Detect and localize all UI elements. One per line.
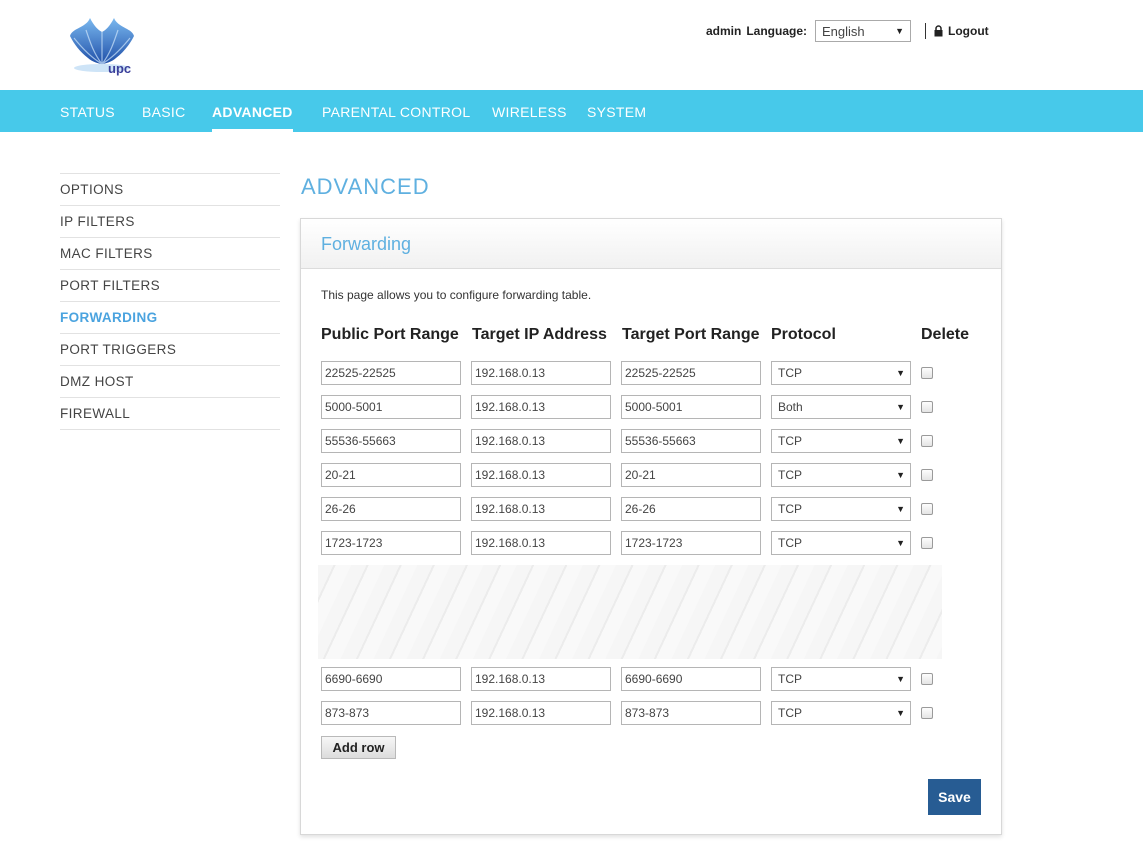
forwarding-panel: Forwarding This page allows you to confi… (300, 218, 1002, 835)
public-port-range-input[interactable]: 6690-6690 (321, 667, 461, 691)
target-port-range-input[interactable]: 5000-5001 (621, 395, 761, 419)
delete-checkbox[interactable] (921, 401, 933, 413)
dropdown-arrow-icon: ▼ (896, 402, 905, 412)
table-row: 20-21 192.168.0.13 20-21 TCP ▼ (321, 463, 961, 487)
public-port-range-input[interactable]: 20-21 (321, 463, 461, 487)
target-ip-address-input[interactable]: 192.168.0.13 (471, 429, 611, 453)
language-label: Language: (746, 24, 808, 38)
sidebar-item-ip-filters[interactable]: IP FILTERS (60, 206, 280, 238)
sidebar-item-forwarding[interactable]: FORWARDING (60, 302, 280, 334)
column-header-delete: Delete (921, 326, 970, 343)
language-select[interactable]: English ▼ (815, 20, 912, 42)
table-row: 6690-6690 192.168.0.13 6690-6690 TCP ▼ (321, 667, 961, 691)
table-row: 22525-22525 192.168.0.13 22525-22525 TCP ▼ (321, 361, 961, 385)
delete-checkbox[interactable] (921, 367, 933, 379)
column-header-target-port-range: Target Port Range (622, 326, 760, 343)
logout-link[interactable]: Logout (934, 24, 989, 38)
target-ip-address-input[interactable]: 192.168.0.13 (471, 497, 611, 521)
nav-status[interactable]: STATUS (60, 90, 115, 132)
protocol-select[interactable]: TCP ▼ (771, 361, 911, 385)
public-port-range-input[interactable]: 873-873 (321, 701, 461, 725)
delete-checkbox[interactable] (921, 707, 933, 719)
protocol-select[interactable]: TCP ▼ (771, 701, 911, 725)
target-port-range-input[interactable]: 1723-1723 (621, 531, 761, 555)
public-port-range-input[interactable]: 55536-55663 (321, 429, 461, 453)
padlock-icon (934, 25, 943, 37)
column-header-public-port-range: Public Port Range (321, 326, 459, 343)
target-port-range-input[interactable]: 873-873 (621, 701, 761, 725)
logout-label: Logout (948, 24, 989, 38)
nav-system[interactable]: SYSTEM (587, 90, 646, 132)
public-port-range-input[interactable]: 26-26 (321, 497, 461, 521)
target-ip-address-input[interactable]: 192.168.0.13 (471, 701, 611, 725)
table-row: 26-26 192.168.0.13 26-26 TCP ▼ (321, 497, 961, 521)
user-bar: admin Language: English ▼ Logout (706, 20, 989, 42)
table-row: 873-873 192.168.0.13 873-873 TCP ▼ (321, 701, 961, 725)
sidebar-item-port-triggers[interactable]: PORT TRIGGERS (60, 334, 280, 366)
sidebar-item-dmz-host[interactable]: DMZ HOST (60, 366, 280, 398)
table-row: 55536-55663 192.168.0.13 55536-55663 TCP ▼ (321, 429, 961, 453)
public-port-range-input[interactable]: 22525-22525 (321, 361, 461, 385)
target-port-range-input[interactable]: 55536-55663 (621, 429, 761, 453)
column-header-protocol: Protocol (771, 326, 836, 343)
protocol-select[interactable]: TCP ▼ (771, 667, 911, 691)
target-ip-address-input[interactable]: 192.168.0.13 (471, 463, 611, 487)
top-nav: STATUS BASIC ADVANCED PARENTAL CONTROL W… (0, 90, 1143, 132)
page-title: ADVANCED (301, 174, 430, 199)
target-ip-address-input[interactable]: 192.168.0.13 (471, 667, 611, 691)
table-row: 1723-1723 192.168.0.13 1723-1723 TCP ▼ (321, 531, 961, 555)
target-port-range-input[interactable]: 20-21 (621, 463, 761, 487)
nav-parental-control[interactable]: PARENTAL CONTROL (322, 90, 470, 132)
delete-checkbox[interactable] (921, 503, 933, 515)
divider (925, 23, 927, 39)
sidebar-item-firewall[interactable]: FIREWALL (60, 398, 280, 430)
dropdown-arrow-icon: ▼ (896, 538, 905, 548)
protocol-select[interactable]: Both ▼ (771, 395, 911, 419)
sidebar-item-mac-filters[interactable]: MAC FILTERS (60, 238, 280, 270)
language-value: English (822, 23, 865, 39)
username-label: admin (706, 24, 742, 38)
delete-checkbox[interactable] (921, 673, 933, 685)
nav-basic[interactable]: BASIC (142, 90, 186, 132)
panel-title: Forwarding (301, 219, 1001, 269)
protocol-select[interactable]: TCP ▼ (771, 429, 911, 453)
sidebar-item-port-filters[interactable]: PORT FILTERS (60, 270, 280, 302)
column-header-target-ip-address: Target IP Address (472, 326, 607, 343)
intro-text: This page allows you to configure forwar… (321, 288, 592, 302)
target-ip-address-input[interactable]: 192.168.0.13 (471, 361, 611, 385)
target-ip-address-input[interactable]: 192.168.0.13 (471, 531, 611, 555)
dropdown-arrow-icon: ▼ (896, 470, 905, 480)
table-row: 5000-5001 192.168.0.13 5000-5001 Both ▼ (321, 395, 961, 419)
dropdown-arrow-icon: ▼ (896, 504, 905, 514)
delete-checkbox[interactable] (921, 469, 933, 481)
nav-advanced[interactable]: ADVANCED (212, 90, 293, 132)
protocol-select[interactable]: TCP ▼ (771, 497, 911, 521)
protocol-select[interactable]: TCP ▼ (771, 463, 911, 487)
nav-wireless[interactable]: WIRELESS (492, 90, 567, 132)
sidebar-item-options[interactable]: OPTIONS (60, 174, 280, 206)
target-ip-address-input[interactable]: 192.168.0.13 (471, 395, 611, 419)
logo-text: upc (108, 61, 132, 76)
upc-logo: upc (66, 14, 140, 80)
delete-checkbox[interactable] (921, 537, 933, 549)
sidebar: OPTIONS IP FILTERS MAC FILTERS PORT FILT… (60, 173, 280, 430)
target-port-range-input[interactable]: 6690-6690 (621, 667, 761, 691)
save-button[interactable]: Save (928, 779, 981, 815)
dropdown-arrow-icon: ▼ (896, 708, 905, 718)
target-port-range-input[interactable]: 22525-22525 (621, 361, 761, 385)
dropdown-arrow-icon: ▼ (896, 436, 905, 446)
protocol-select[interactable]: TCP ▼ (771, 531, 911, 555)
target-port-range-input[interactable]: 26-26 (621, 497, 761, 521)
dropdown-arrow-icon: ▼ (896, 368, 905, 378)
delete-checkbox[interactable] (921, 435, 933, 447)
add-row-button[interactable]: Add row (321, 736, 396, 759)
dropdown-arrow-icon: ▼ (895, 26, 905, 36)
public-port-range-input[interactable]: 5000-5001 (321, 395, 461, 419)
dropdown-arrow-icon: ▼ (896, 674, 905, 684)
redacted-area (318, 565, 942, 659)
public-port-range-input[interactable]: 1723-1723 (321, 531, 461, 555)
